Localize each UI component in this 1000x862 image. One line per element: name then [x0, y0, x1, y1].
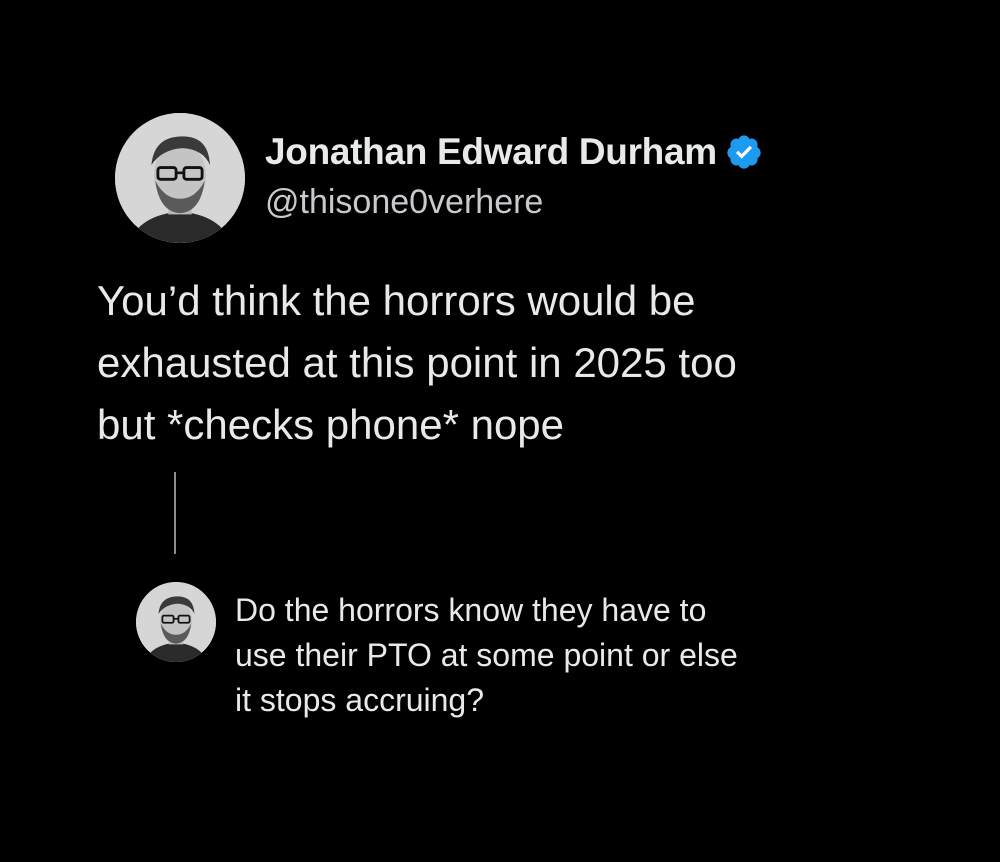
- author-photo: [115, 113, 245, 243]
- reply-text: Do the horrors know they have to use the…: [235, 588, 955, 723]
- author-name-row: Jonathan Edward Durham: [265, 128, 763, 176]
- thread-connector-line: [174, 472, 176, 554]
- tweet-text: You’d think the horrors would be exhaust…: [97, 270, 977, 456]
- tweet-text-line: You’d think the horrors would be: [97, 277, 696, 324]
- reply-author-photo: [136, 582, 216, 662]
- reply-text-line: Do the horrors know they have to: [235, 592, 707, 628]
- tweet-text-line: but *checks phone* nope: [97, 401, 565, 448]
- reply-avatar[interactable]: [136, 582, 216, 662]
- reply-text-line: use their PTO at some point or else: [235, 637, 738, 673]
- verified-badge-icon: [727, 135, 761, 169]
- reply-text-line: it stops accruing?: [235, 682, 485, 718]
- author-display-name[interactable]: Jonathan Edward Durham: [265, 131, 717, 173]
- author-handle[interactable]: @thisone0verhere: [265, 183, 543, 222]
- author-avatar[interactable]: [115, 113, 245, 243]
- tweet-text-line: exhausted at this point in 2025 too: [97, 339, 737, 386]
